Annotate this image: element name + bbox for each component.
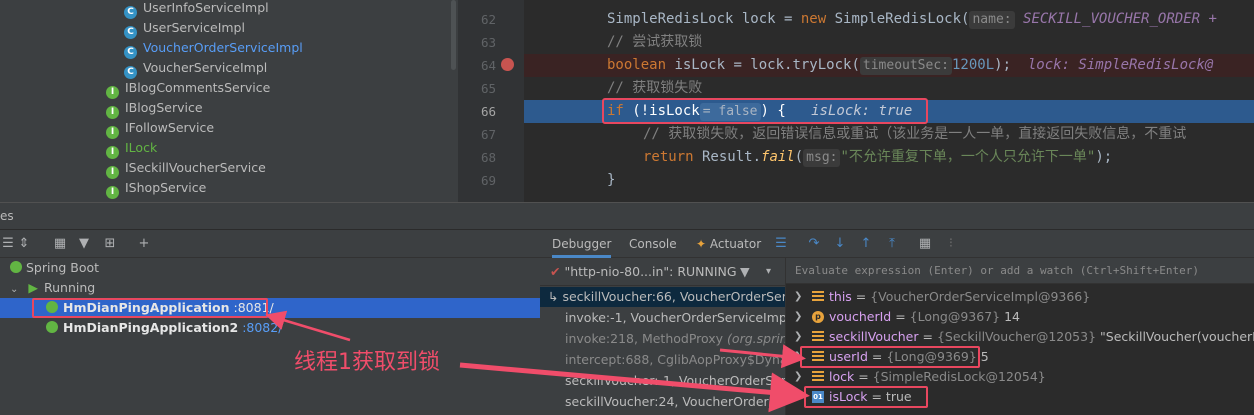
stack-frame[interactable]: invoke:-1, VoucherOrderServiceImpl$$	[540, 308, 785, 328]
tab-actuator[interactable]: ✦ Actuator	[696, 230, 761, 258]
tab-debugger[interactable]: Debugger	[552, 230, 612, 258]
services-tool-header: es	[0, 202, 1254, 230]
stack-frame[interactable]: seckillVoucher:24, VoucherOrderContr	[540, 392, 785, 412]
services-node-spring-boot[interactable]: Spring Boot	[10, 258, 99, 278]
editor-gutter[interactable]: 62 63 64 65 66 67 68 69	[458, 0, 532, 202]
parameter-icon: p	[812, 311, 824, 323]
code-line-68: return Result.fail(msg: "不允许重复下单，一个人只允许下一…	[643, 149, 1113, 167]
tree-item-iseckillvoucherservice[interactable]: I ISeckillVoucherService	[106, 158, 266, 179]
run-to-cursor-icon[interactable]: ⤒	[884, 236, 900, 252]
debugger-tabs: Debugger Console ✦ Actuator ☰ ↷ ↓ ↑ ⤒ ▦ …	[540, 230, 1254, 258]
line-number: 63	[480, 35, 496, 50]
layout-menu-icon[interactable]: ☰	[773, 236, 789, 252]
evaluate-expression-input[interactable]: Evaluate expression (Enter) or add a wat…	[786, 258, 1254, 284]
tree-scrollbar[interactable]	[449, 0, 458, 202]
line-number: 62	[480, 12, 496, 27]
chevron-down-icon: ⌄	[10, 284, 19, 295]
stack-frame[interactable]: ↳ seckillVoucher:66, VoucherOrderServic	[540, 287, 785, 307]
stack-frame[interactable]: invoke:218, MethodProxy (org.springf	[540, 329, 785, 349]
actuator-icon: ✦	[696, 237, 707, 251]
inline-debug-value: lock: SimpleRedisLock@	[1027, 57, 1214, 73]
expand-all-icon[interactable]: ☰	[0, 236, 16, 252]
line-number: 64	[480, 58, 496, 73]
current-frame-icon: ↳	[548, 289, 559, 304]
tree-item-ilock[interactable]: I ILock	[106, 138, 157, 159]
scrollbar-thumb[interactable]	[451, 0, 456, 70]
breakpoint-icon[interactable]	[501, 58, 514, 71]
tree-item-userinfoserviceimpl[interactable]: C UserInfoServiceImpl	[124, 0, 269, 19]
tree-item-iblogcommentsservice[interactable]: I IBlogCommentsService	[106, 78, 270, 99]
filter-icon[interactable]: ▼	[76, 236, 92, 252]
variable-row[interactable]: ❯ lock = {SimpleRedisLock@12054}	[786, 367, 1254, 387]
tree-item-userserviceimpl[interactable]: C UserServiceImpl	[124, 18, 245, 39]
chevron-right-icon[interactable]: ❯	[794, 307, 802, 327]
code-line-65: // 获取锁失败	[607, 80, 703, 96]
variable-row[interactable]: ❯ p voucherId = {Long@9367} 14	[786, 307, 1254, 327]
thread-selector[interactable]: ✔ "http-nio-80...in": RUNNING ▼ ▾	[540, 258, 785, 286]
chevron-down-icon[interactable]: ▾	[766, 258, 771, 286]
variable-row[interactable]: ❯ this = {VoucherOrderServiceImpl@9366}	[786, 287, 1254, 307]
code-editor[interactable]: 62 63 64 65 66 67 68 69 SimpleRedisLock …	[458, 0, 1254, 202]
tree-item-iblogservice[interactable]: I IBlogService	[106, 98, 203, 119]
code-line-63: // 尝试获取锁	[607, 34, 703, 50]
group-by-icon[interactable]: ▦	[52, 236, 68, 252]
chevron-right-icon[interactable]: ❯	[794, 327, 802, 347]
spring-boot-icon	[10, 261, 22, 273]
tab-console[interactable]: Console	[629, 230, 677, 258]
annotation-highlight-box	[804, 386, 928, 408]
param-hint: name:	[969, 11, 1015, 29]
tree-item-voucherserviceimpl[interactable]: C VoucherServiceImpl	[124, 58, 267, 79]
interface-icon: I	[106, 186, 119, 199]
code-line-62: SimpleRedisLock lock = new SimpleRedisLo…	[607, 11, 1217, 29]
param-hint: timeoutSec:	[859, 57, 952, 75]
annotation-highlight-box	[32, 298, 268, 318]
services-tree: Spring Boot ⌄ ▶ Running HmDianPingApplicat…	[0, 258, 540, 415]
trace-icon[interactable]: ⁝	[943, 236, 959, 252]
annotation-label: 线程1获取到锁	[294, 350, 440, 375]
field-icon	[812, 331, 824, 343]
project-tree: C UserInfoServiceImpl C UserServiceImpl CV…	[0, 0, 458, 202]
stack-frame[interactable]: seckillVoucher:-1, VoucherOrderServic	[540, 371, 785, 391]
variables-panel: Evaluate expression (Enter) or add a wat…	[786, 258, 1254, 415]
stack-frame[interactable]: intercept:688, CglibAopProxy$Dynami	[540, 350, 785, 370]
check-icon: ✔	[550, 264, 561, 279]
chevron-right-icon[interactable]: ❯	[794, 367, 802, 387]
evaluate-expression-icon[interactable]: ▦	[917, 236, 933, 252]
variable-row[interactable]: ❯ seckillVoucher = {SeckillVoucher@12053…	[786, 327, 1254, 347]
param-hint: msg:	[803, 149, 841, 167]
line-number: 66	[480, 104, 496, 119]
line-number: 68	[480, 150, 496, 165]
debug-bug-icon	[46, 321, 58, 333]
field-icon	[812, 291, 824, 303]
run-icon: ▶	[28, 280, 39, 295]
chevron-right-icon[interactable]: ❯	[794, 287, 802, 307]
code-line-67: // 获取锁失败，返回错误信息或重试（该业务是一人一单，直接返回失败信息，不重试	[643, 126, 1187, 142]
frames-panel: ✔ "http-nio-80...in": RUNNING ▼ ▾ ↳ seck…	[540, 258, 786, 415]
annotation-highlight-box	[602, 98, 928, 124]
step-out-icon[interactable]: ↑	[858, 236, 874, 252]
services-toolbar: ☰ ⇕ ▦ ▼ ⊞ +	[0, 230, 540, 258]
services-app-hmdianping-8082[interactable]: HmDianPingApplication2 :8082/	[46, 318, 282, 338]
services-node-running[interactable]: ⌄ ▶ Running	[10, 278, 95, 298]
tree-item-ishopservice[interactable]: I IShopService	[106, 178, 206, 199]
annotation-highlight-box	[800, 346, 980, 368]
step-into-icon[interactable]: ↓	[832, 236, 848, 252]
new-tab-icon[interactable]: ⊞	[102, 236, 118, 252]
line-number: 65	[480, 81, 496, 96]
code-line-69: }	[607, 172, 616, 188]
step-over-icon[interactable]: ↷	[806, 236, 822, 252]
tree-item-voucherorderserviceimpl[interactable]: C VoucherOrderServiceImpl	[124, 38, 303, 59]
filter-icon[interactable]: ▼	[740, 258, 750, 286]
collapse-all-icon[interactable]: ⇕	[16, 236, 32, 252]
line-number: 67	[480, 127, 496, 142]
field-icon	[812, 371, 824, 383]
code-line-64: boolean isLock = lock.tryLock(timeoutSec…	[524, 54, 1254, 77]
add-service-icon[interactable]: +	[136, 236, 152, 252]
tree-item-ifollowservice[interactable]: I IFollowService	[106, 118, 214, 139]
line-number: 69	[480, 173, 496, 188]
